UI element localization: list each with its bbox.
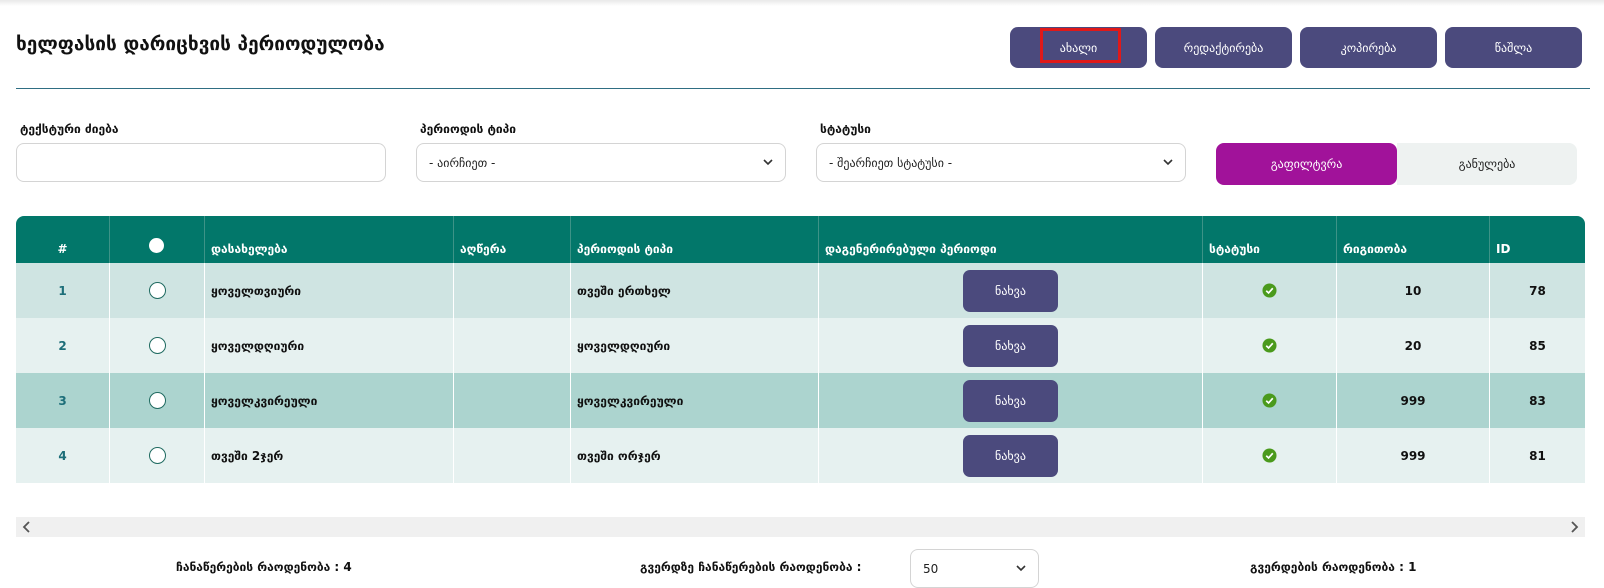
row-id: 81 — [1529, 448, 1546, 463]
row-order: 999 — [1337, 428, 1490, 483]
search-label: ტექსტური ძიება — [20, 122, 119, 136]
row-description — [454, 318, 571, 373]
view-button[interactable]: ნახვა — [963, 269, 1058, 312]
header-index: # — [16, 216, 110, 263]
row-name: ყოველდღიური — [205, 318, 454, 373]
status-label: სტატუსი — [820, 122, 871, 136]
chevron-right-icon[interactable] — [1567, 520, 1581, 534]
edit-button[interactable]: რედაქტირება — [1155, 27, 1292, 68]
new-button[interactable]: ახალი — [1010, 27, 1147, 68]
row-select-cell[interactable] — [110, 428, 205, 483]
horizontal-scrollbar[interactable] — [16, 517, 1585, 537]
row-index: 3 — [16, 373, 110, 428]
check-circle-icon — [1262, 283, 1277, 298]
check-circle-icon — [1262, 393, 1277, 408]
row-period-type: თვეში ორჯერ — [571, 428, 819, 483]
filter-button[interactable]: გაფილტვრა — [1216, 143, 1397, 185]
row-radio[interactable] — [148, 337, 166, 354]
row-generated-period: ნახვა — [819, 428, 1203, 483]
table-row[interactable]: 2 ყოველდღიური ყოველდღიური ნახვა 20 85 — [16, 318, 1585, 373]
row-order: 999 — [1337, 373, 1490, 428]
check-circle-icon — [1262, 448, 1277, 463]
view-button[interactable]: ნახვა — [963, 434, 1058, 477]
per-page-select[interactable]: 50 — [910, 549, 1039, 588]
header-description[interactable]: აღწერა — [454, 216, 571, 263]
status-select[interactable]: - შეარჩიეთ სტატუსი - — [816, 143, 1186, 182]
search-input[interactable] — [16, 143, 386, 182]
table-row[interactable]: 1 ყოველთვიური თვეში ერთხელ ნახვა 10 78 — [16, 263, 1585, 318]
table-row[interactable]: 4 თვეში 2ჯერ თვეში ორჯერ ნახვა 999 81 — [16, 428, 1585, 483]
row-select-cell[interactable] — [110, 373, 205, 428]
per-page-value: 50 — [923, 561, 939, 576]
per-page-label: გვერდზე ჩანაწერების რაოდენობა : — [640, 560, 862, 574]
row-index: 2 — [16, 318, 110, 373]
record-count: ჩანაწერების რაოდენობა : 4 — [176, 560, 352, 574]
row-status — [1203, 373, 1337, 428]
period-type-label: პერიოდის ტიპი — [420, 122, 517, 136]
header-select-all[interactable] — [110, 216, 205, 263]
view-button[interactable]: ნახვა — [963, 324, 1058, 367]
table-header: # დასახელება აღწერა პერიოდის ტიპი დაგენე… — [16, 216, 1585, 263]
row-generated-period: ნახვა — [819, 373, 1203, 428]
header-period-type[interactable]: პერიოდის ტიპი — [571, 216, 819, 263]
row-description — [454, 263, 571, 318]
row-radio[interactable] — [148, 392, 166, 409]
row-id: 83 — [1529, 393, 1546, 408]
copy-button[interactable]: კოპირება — [1300, 27, 1437, 68]
header-name[interactable]: დასახელება — [205, 216, 454, 263]
row-select-cell[interactable] — [110, 318, 205, 373]
table-row[interactable]: 3 ყოველკვირეული ყოველკვირეული ნახვა 999 … — [16, 373, 1585, 428]
row-period-type: ყოველკვირეული — [571, 373, 819, 428]
header-id[interactable]: ID — [1490, 216, 1585, 263]
view-button[interactable]: ნახვა — [963, 379, 1058, 422]
row-period-type: თვეში ერთხელ — [571, 263, 819, 318]
page-title: ხელფასის დარიცხვის პერიოდულობა — [16, 33, 385, 55]
page-count: გვერდების რაოდენობა : 1 — [1250, 560, 1417, 574]
row-description — [454, 428, 571, 483]
row-order: 10 — [1337, 263, 1490, 318]
row-name: ყოველთვიური — [205, 263, 454, 318]
row-index: 4 — [16, 428, 110, 483]
row-status — [1203, 263, 1337, 318]
title-divider — [16, 88, 1590, 89]
check-circle-icon — [1262, 338, 1277, 353]
row-radio[interactable] — [148, 282, 166, 299]
status-value: - შეარჩიეთ სტატუსი - — [829, 155, 953, 170]
period-type-select[interactable]: - აირჩიეთ - — [416, 143, 786, 182]
chevron-left-icon[interactable] — [20, 520, 34, 534]
header-generated-period[interactable]: დაგენერირებული პერიოდი — [819, 216, 1203, 263]
top-shadow — [0, 0, 1604, 6]
row-name: ყოველკვირეული — [205, 373, 454, 428]
row-order: 20 — [1337, 318, 1490, 373]
data-table: # დასახელება აღწერა პერიოდის ტიპი დაგენე… — [16, 216, 1585, 483]
period-type-value: - აირჩიეთ - — [429, 155, 496, 170]
chevron-down-icon — [1163, 159, 1173, 166]
row-period-type: ყოველდღიური — [571, 318, 819, 373]
row-generated-period: ნახვა — [819, 263, 1203, 318]
row-status — [1203, 428, 1337, 483]
select-all-radio[interactable] — [149, 238, 164, 253]
row-status — [1203, 318, 1337, 373]
row-index: 1 — [16, 263, 110, 318]
row-radio[interactable] — [148, 447, 166, 464]
row-id: 85 — [1529, 338, 1546, 353]
clear-button[interactable]: განულება — [1397, 143, 1577, 185]
chevron-down-icon — [1016, 565, 1026, 572]
delete-button[interactable]: წაშლა — [1445, 27, 1582, 68]
row-id: 78 — [1529, 283, 1546, 298]
row-select-cell[interactable] — [110, 263, 205, 318]
header-status[interactable]: სტატუსი — [1203, 216, 1337, 263]
chevron-down-icon — [763, 159, 773, 166]
row-name: თვეში 2ჯერ — [205, 428, 454, 483]
row-description — [454, 373, 571, 428]
header-order[interactable]: რიგითობა — [1337, 216, 1490, 263]
row-generated-period: ნახვა — [819, 318, 1203, 373]
